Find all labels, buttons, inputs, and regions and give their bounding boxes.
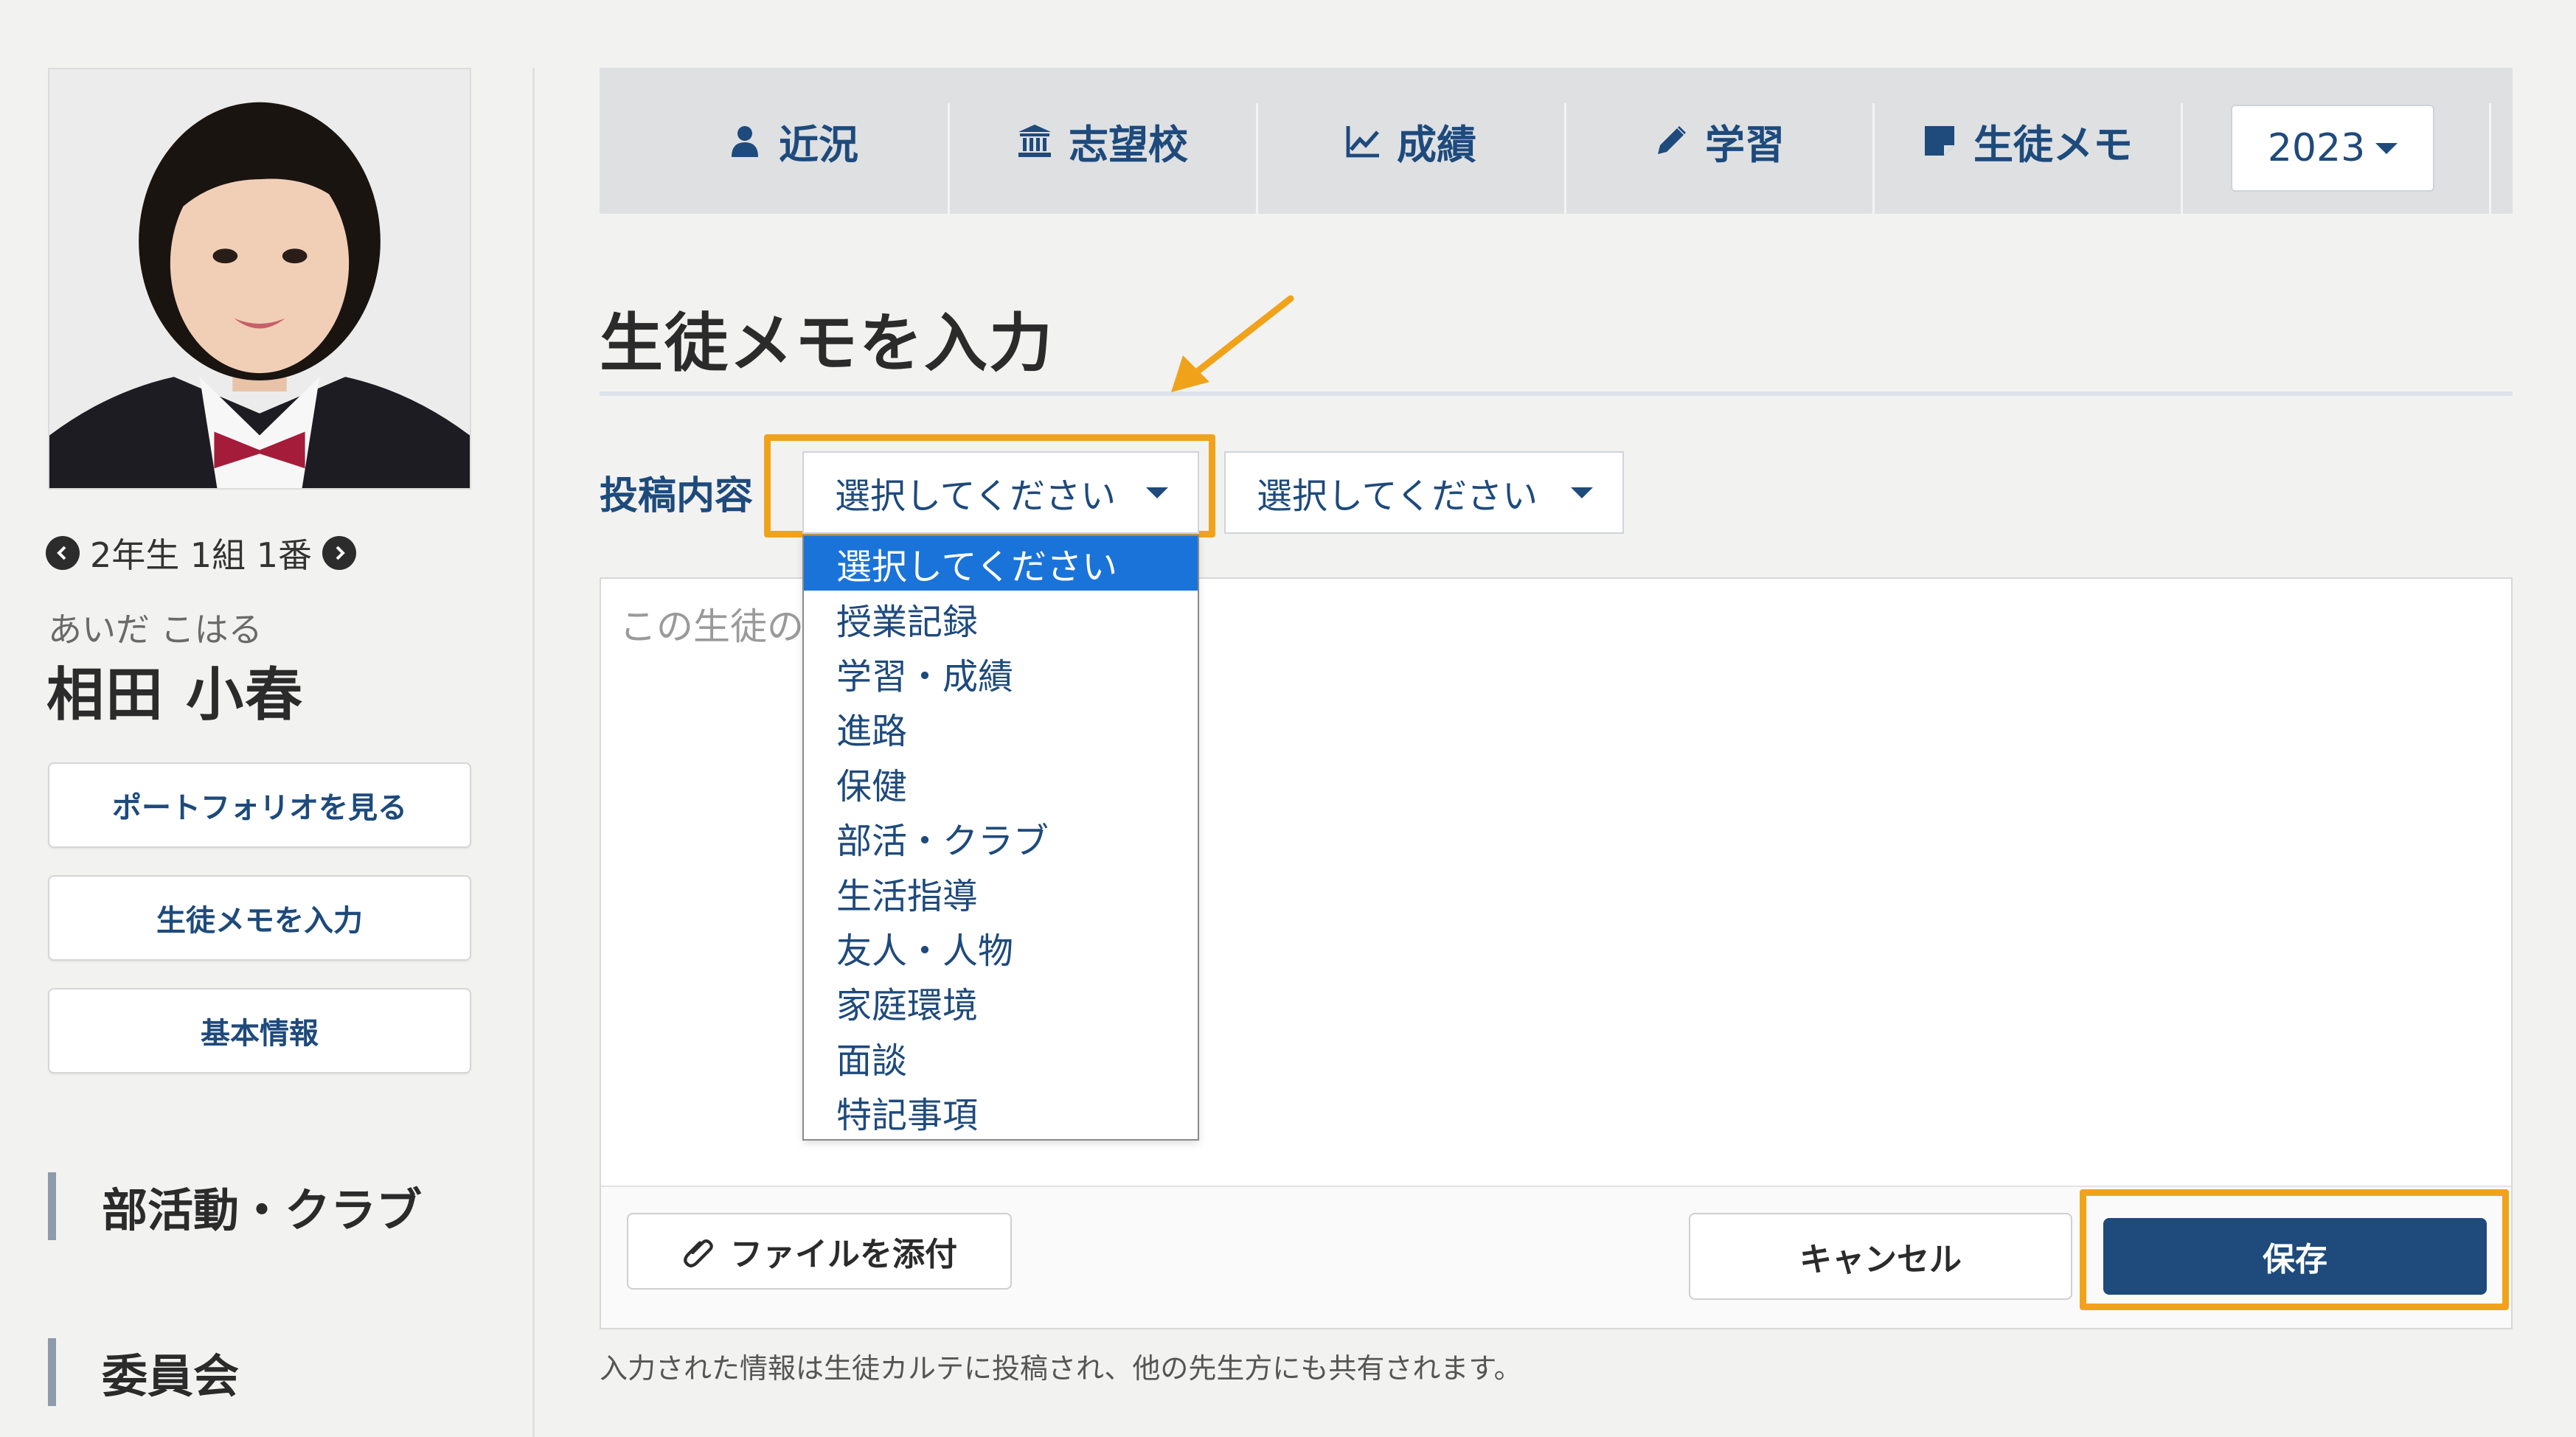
attach-file-button[interactable]: ファイルを添付	[627, 1213, 1012, 1290]
column-divider	[532, 68, 535, 1437]
enter-student-memo-button[interactable]: 生徒メモを入力	[48, 875, 471, 961]
student-photo	[48, 68, 471, 490]
dropdown-option-life-guidance[interactable]: 生活指導	[804, 865, 1198, 919]
person-icon	[732, 126, 758, 157]
tab-label: 生徒メモ	[1973, 121, 2133, 168]
dropdown-option-health[interactable]: 保健	[804, 756, 1198, 810]
chevron-down-icon	[2375, 142, 2398, 154]
pencil-icon	[1658, 126, 1686, 154]
year-select[interactable]: 2023	[2231, 105, 2434, 192]
student-class-number: 2年生 1組 1番	[90, 535, 313, 575]
dropdown-option-home-environment[interactable]: 家庭環境	[804, 975, 1198, 1029]
attach-file-label: ファイルを添付	[730, 1236, 957, 1273]
section-committee: 委員会	[48, 1338, 239, 1406]
chevron-down-icon	[1571, 487, 1593, 498]
section-club-activities: 部活動・クラブ	[48, 1172, 422, 1240]
dropdown-option-class-record[interactable]: 授業記録	[804, 591, 1198, 645]
save-button[interactable]: 保存	[2103, 1218, 2487, 1295]
line-chart-icon	[1346, 126, 1379, 158]
dropdown-option-interview[interactable]: 面談	[804, 1030, 1198, 1085]
tab-label: 志望校	[1069, 121, 1188, 168]
tab-grades[interactable]: 成績	[1257, 68, 1564, 214]
dropdown-option-study-grades[interactable]: 学習・成績	[804, 646, 1198, 700]
post-category-dropdown-list: 選択してください 授業記録 学習・成績 進路 保健 部活・クラブ 生活指導 友人…	[802, 535, 1199, 1141]
annotation-arrow-icon	[1171, 295, 1294, 392]
title-divider	[600, 392, 2513, 396]
student-navigator: 2年生 1組 1番	[46, 531, 357, 575]
tab-desired-school[interactable]: 志望校	[949, 68, 1256, 214]
tab-label: 成績	[1397, 121, 1476, 168]
student-name-kana: あいだ こはる	[48, 610, 263, 650]
tab-recent-status[interactable]: 近況	[639, 68, 946, 214]
tab-student-memo[interactable]: 生徒メモ	[1874, 68, 2181, 214]
memo-textarea-placeholder: この生徒の	[619, 605, 804, 648]
view-portfolio-button[interactable]: ポートフォリオを見る	[48, 762, 471, 848]
note-icon	[1925, 126, 1954, 156]
post-subcategory-select[interactable]: 選択してください	[1224, 451, 1624, 534]
share-notice: 入力された情報は生徒カルテに投稿され、他の先生方にも共有されます。	[600, 1352, 1522, 1385]
previous-student-icon[interactable]	[46, 536, 80, 570]
dropdown-option-club[interactable]: 部活・クラブ	[804, 810, 1198, 865]
post-subcategory-select-value: 選択してください	[1257, 476, 1538, 517]
post-category-select-value: 選択してください	[835, 476, 1117, 517]
dropdown-option-placeholder[interactable]: 選択してください	[804, 536, 1198, 591]
post-content-label: 投稿内容	[600, 474, 754, 518]
tab-separator	[2489, 103, 2491, 214]
tab-study[interactable]: 学習	[1566, 68, 1872, 214]
dropdown-option-special-notes[interactable]: 特記事項	[804, 1085, 1198, 1139]
tab-label: 学習	[1705, 121, 1785, 168]
cancel-button[interactable]: キャンセル	[1689, 1213, 2072, 1300]
basic-info-button[interactable]: 基本情報	[48, 988, 471, 1074]
post-category-select[interactable]: 選択してください	[802, 451, 1199, 534]
student-portrait-image	[49, 69, 470, 488]
chevron-down-icon	[1146, 487, 1168, 498]
student-name: 相田 小春	[46, 662, 305, 728]
paperclip-icon	[684, 1239, 713, 1267]
page-title: 生徒メモを入力	[600, 307, 1054, 380]
next-student-icon[interactable]	[322, 536, 357, 570]
dropdown-option-career[interactable]: 進路	[804, 700, 1198, 755]
school-building-icon	[1018, 125, 1051, 157]
dropdown-option-friends-character[interactable]: 友人・人物	[804, 920, 1198, 975]
year-select-value: 2023	[2267, 126, 2366, 170]
tab-separator	[2181, 103, 2183, 214]
tab-label: 近況	[779, 121, 858, 168]
